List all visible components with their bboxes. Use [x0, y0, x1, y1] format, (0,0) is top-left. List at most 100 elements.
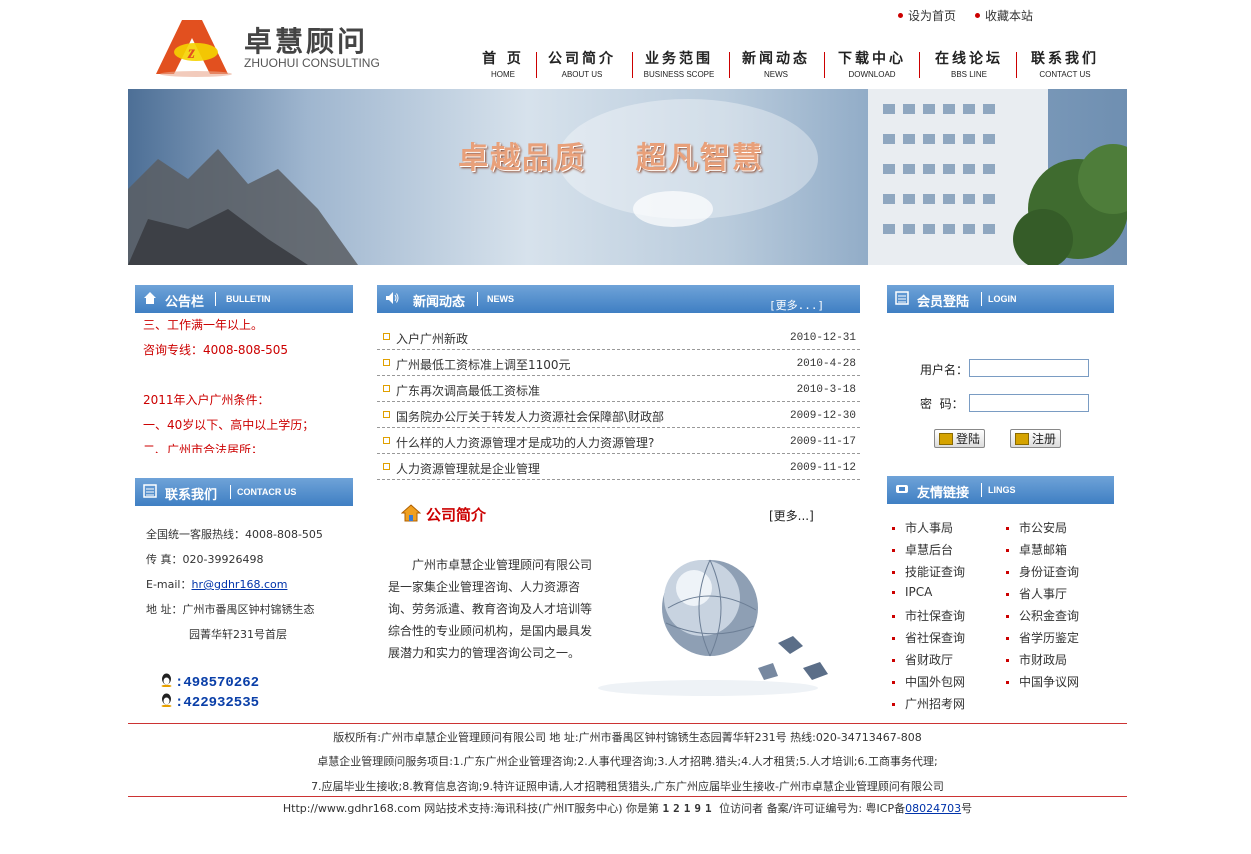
username-input[interactable] — [969, 359, 1089, 377]
link-item[interactable]: 中国争议网 — [1006, 673, 1079, 690]
link-item[interactable]: 市公安局 — [1006, 519, 1067, 536]
nav-about[interactable]: 公司简介 ABOUT US — [534, 48, 630, 82]
bulletin-line: 咨询专线：4008-808-505 — [143, 343, 289, 357]
link-item[interactable]: 省学历鉴定 — [1006, 629, 1079, 646]
link-item[interactable]: 中国外包网 — [892, 673, 965, 690]
link-item[interactable]: 广州招考网 — [892, 695, 965, 712]
news-item[interactable]: 入户广州新政 2010-12-31 — [377, 323, 860, 350]
link-item[interactable]: 省人事厅 — [1006, 585, 1067, 602]
news-title: 新闻动态 — [413, 295, 466, 310]
link-item[interactable]: 卓慧后台 — [892, 541, 953, 558]
logo-subtitle: ZHUOHUI CONSULTING — [244, 56, 380, 70]
news-title-en: NEWS — [487, 294, 514, 304]
nav-news[interactable]: 新闻动态 NEWS — [728, 48, 824, 82]
house-icon — [401, 504, 421, 522]
links-title-en: LINGS — [988, 485, 1016, 495]
news-item[interactable]: 广州最低工资标准上调至1100元 2010-4-28 — [377, 349, 860, 376]
link-item[interactable]: 省财政厅 — [892, 651, 953, 668]
bullet-icon — [898, 13, 903, 18]
nav-contact[interactable]: 联系我们 CONTACT US — [1017, 48, 1113, 82]
bookmark-link[interactable]: 收藏本站 — [975, 7, 1033, 24]
link-item[interactable]: 市人事局 — [892, 519, 953, 536]
qq-contact-1[interactable]: :498570262 — [160, 673, 259, 691]
about-title: 公司简介 — [426, 506, 487, 524]
footer-divider — [128, 796, 1127, 797]
footer-divider — [128, 723, 1127, 724]
footer-copyright: 版权所有:广州市卓慧企业管理顾问有限公司 地 址:广州市番禺区钟村锦锈生态园菁华… — [333, 731, 922, 744]
bullet-icon — [383, 333, 390, 340]
link-item[interactable]: 公积金查询 — [1006, 607, 1079, 624]
qq-contact-2[interactable]: :422932535 — [160, 693, 259, 711]
contact-hotline: 全国统一客服热线：4008-808-505 — [146, 528, 323, 541]
footer-services-cont: 7.应届毕业生接收;8.教育信息咨询;9.特许证照申请,人才招聘租赁猎头,广东广… — [311, 780, 944, 793]
link-item[interactable]: 市财政局 — [1006, 651, 1067, 668]
login-title: 会员登陆 — [917, 295, 970, 310]
links-header: 友情链接 LINGS — [887, 476, 1114, 504]
set-homepage-link[interactable]: 设为首页 — [898, 7, 956, 24]
nav-divider — [919, 52, 920, 78]
bulletin-line — [135, 363, 353, 388]
bulletin-line: 一、40岁以下、高中以上学历； — [143, 418, 315, 432]
login-title-en: LOGIN — [988, 294, 1017, 304]
bulletin-line: 二、广州市合法居所； — [143, 443, 264, 453]
contact-title-en: CONTACR US — [237, 487, 297, 497]
news-item[interactable]: 什么样的人力资源管理才是成功的人力资源管理? 2009-11-17 — [377, 427, 860, 454]
user-icon — [1015, 432, 1029, 445]
username-label: 用户名： — [920, 363, 969, 377]
bulletin-header: 公告栏 BULLETIN — [135, 285, 353, 313]
bullet-icon — [383, 411, 390, 418]
list-icon — [895, 291, 909, 305]
links-title: 友情链接 — [917, 486, 970, 501]
contact-address: 地 址：广州市番禺区钟村锦锈生态 — [146, 603, 315, 616]
news-header: 新闻动态 NEWS [更多...] — [377, 285, 860, 313]
link-item[interactable]: 卓慧邮箱 — [1006, 541, 1067, 558]
nav-bbs[interactable]: 在线论坛 BBS LINE — [921, 48, 1017, 82]
login-button[interactable]: 登陆 — [934, 429, 986, 448]
icp-link[interactable]: 08024703 — [905, 802, 961, 815]
nav-business[interactable]: 业务范围 BUSINESS SCOPE — [631, 48, 727, 82]
logo-text: 卓慧顾问 — [244, 25, 369, 58]
about-text: 广州市卓慧企业管理顾问有限公司是一家集企业管理咨询、人力资源咨询、劳务派遣、教育… — [388, 558, 593, 660]
bulletin-marquee: 三、工作满一年以上。 咨询专线：4008-808-505 2011年入户广州条件… — [135, 313, 353, 453]
news-item[interactable]: 国务院办公厅关于转发人力资源社会保障部\财政部 2009-12-30 — [377, 401, 860, 428]
bulletin-line: 2011年入户广州条件： — [143, 393, 270, 407]
home-icon — [144, 292, 156, 304]
password-label: 密 码： — [920, 397, 964, 411]
link-icon — [896, 485, 908, 493]
link-item[interactable]: 省社保查询 — [892, 629, 965, 646]
contact-title: 联系我们 — [165, 488, 218, 503]
news-item[interactable]: 人力资源管理就是企业管理 2009-11-12 — [377, 453, 860, 480]
link-item[interactable]: 身份证查询 — [1006, 563, 1079, 580]
link-item[interactable]: 技能证查询 — [892, 563, 965, 580]
banner-image — [128, 89, 1127, 265]
bullet-icon — [975, 13, 980, 18]
news-item[interactable]: 广东再次调高最低工资标准 2010-3-18 — [377, 375, 860, 402]
news-more-link[interactable]: [更多...] — [769, 297, 824, 313]
qq-penguin-icon — [161, 693, 172, 707]
banner-slogan: 卓越品质 超凡智慧 — [458, 141, 764, 176]
list-icon — [143, 484, 157, 498]
email-link[interactable]: hr@gdhr168.com — [192, 578, 288, 591]
svg-text:z: z — [187, 42, 195, 62]
about-more-link[interactable]: [更多...] — [769, 507, 814, 524]
bulletin-line: 三、工作满一年以上。 — [143, 318, 264, 332]
banner: 卓越品质 超凡智慧 — [128, 89, 1127, 265]
bullet-icon — [383, 437, 390, 444]
contact-email-row: E-mail：hr@gdhr168.com — [146, 578, 288, 591]
password-input[interactable] — [969, 394, 1089, 412]
contact-header: 联系我们 CONTACR US — [135, 478, 353, 506]
contact-address-cont: 园菁华轩231号首层 — [189, 628, 287, 641]
visitor-counter: 12191 — [662, 802, 716, 815]
bullet-icon — [383, 385, 390, 392]
register-button[interactable]: 注册 — [1010, 429, 1062, 448]
bulletin-title: 公告栏 — [165, 295, 205, 310]
login-header: 会员登陆 LOGIN — [887, 285, 1114, 313]
link-item[interactable]: 市社保查询 — [892, 607, 965, 624]
bulletin-title-en: BULLETIN — [226, 294, 271, 304]
qq-penguin-icon — [161, 673, 172, 687]
link-item[interactable]: IPCA — [892, 585, 932, 599]
nav-download[interactable]: 下载中心 DOWNLOAD — [824, 48, 920, 82]
footer-meta: Http://www.gdhr168.com 网站技术支持:海讯科技(广州IT服… — [282, 802, 973, 815]
globe-image — [598, 559, 828, 696]
bullet-icon — [383, 359, 390, 366]
